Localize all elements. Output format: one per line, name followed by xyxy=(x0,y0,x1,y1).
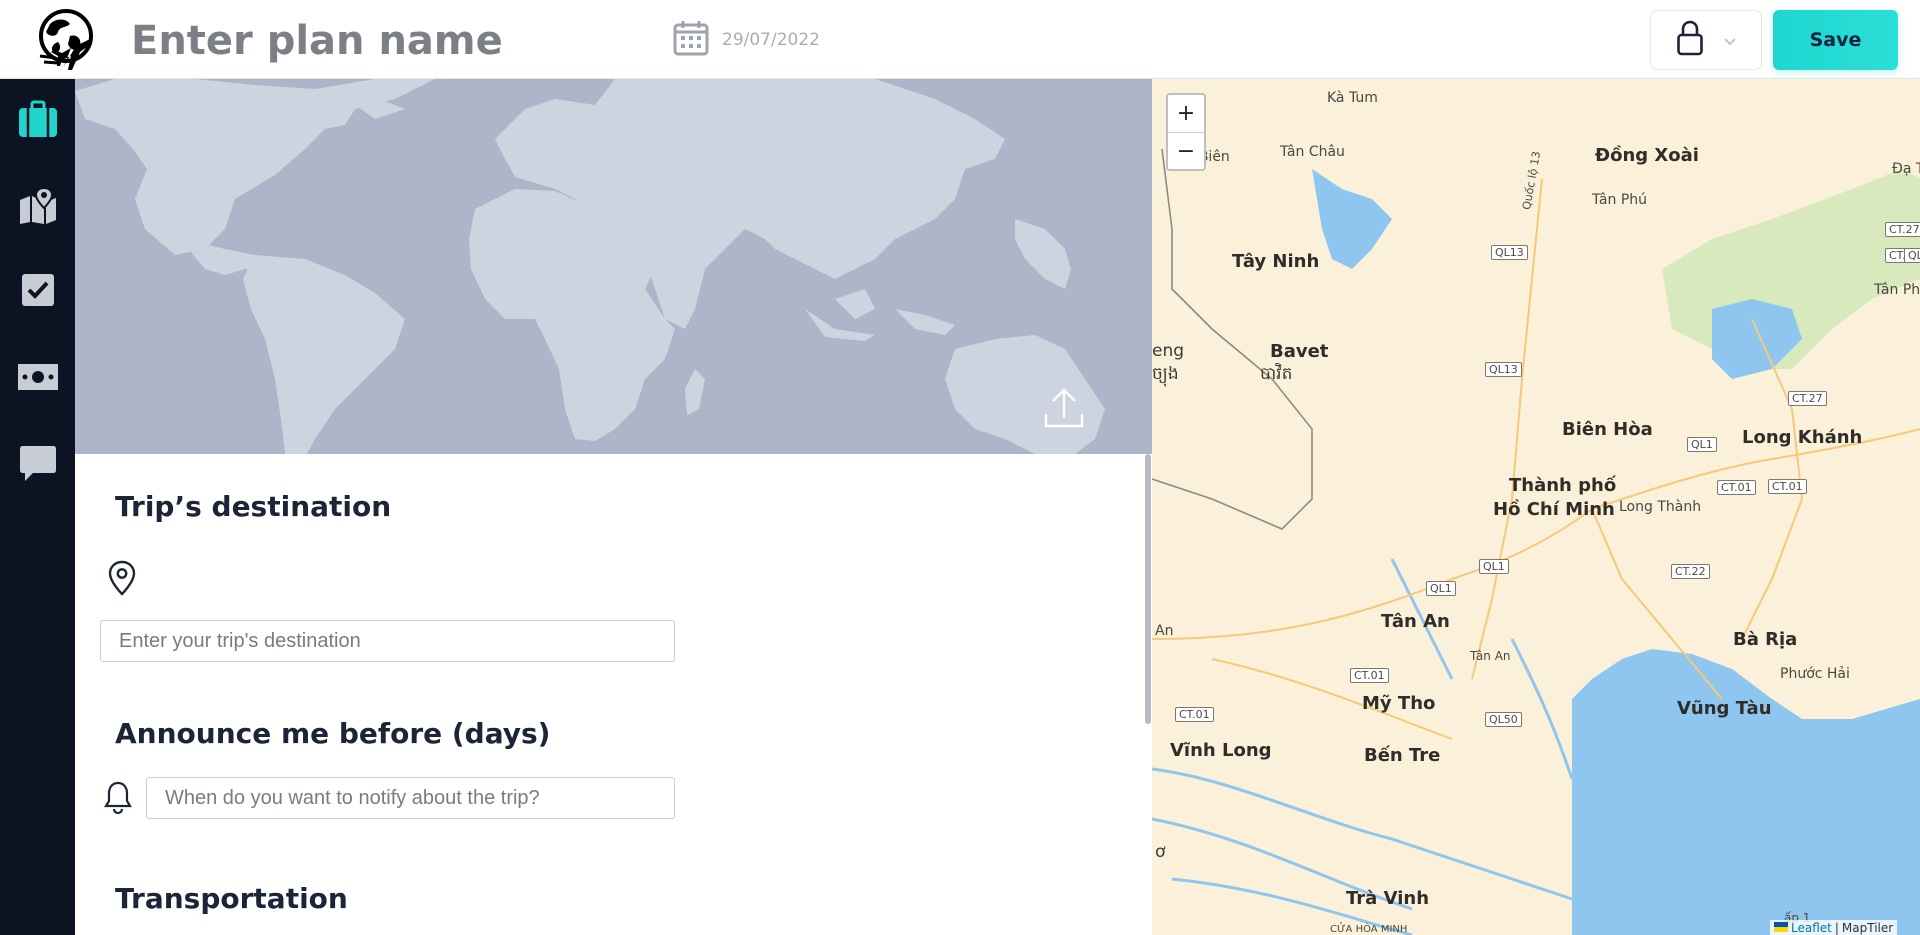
map-label: Bến Tre xyxy=(1364,745,1441,766)
maptiler-label: MapTiler xyxy=(1841,920,1894,935)
sidebar-item-budget[interactable] xyxy=(0,349,75,409)
sidebar-item-trip[interactable] xyxy=(0,91,75,151)
map-label: Trà Vinh xyxy=(1346,888,1430,909)
privacy-dropdown[interactable] xyxy=(1650,10,1762,70)
plan-name-input[interactable] xyxy=(131,14,651,68)
zoom-out-button[interactable]: − xyxy=(1168,132,1204,169)
map-label: Kà Tum xyxy=(1327,90,1378,106)
destination-input[interactable] xyxy=(100,620,675,662)
road-shield: QL13 xyxy=(1491,245,1528,260)
checkbox-icon xyxy=(21,273,55,311)
upload-icon xyxy=(1040,388,1088,436)
map-label: Thành phố xyxy=(1509,475,1617,496)
leaflet-link[interactable]: Leaflet xyxy=(1791,921,1832,935)
transportation-heading: Transportation xyxy=(115,882,348,915)
map-label: Tân An xyxy=(1470,649,1511,663)
cover-image[interactable] xyxy=(75,79,1152,454)
notify-days-input[interactable] xyxy=(146,777,675,819)
destination-heading: Trip’s destination xyxy=(115,490,392,523)
chat-icon xyxy=(19,444,57,486)
map-label: Long Thành xyxy=(1619,499,1702,515)
map-label: Tây Ninh xyxy=(1232,251,1320,272)
road-shield: CT.27 xyxy=(1788,391,1827,406)
sidebar-item-map[interactable] xyxy=(0,177,75,237)
sidebar-item-chat[interactable] xyxy=(0,435,75,495)
plan-date: 29/07/2022 xyxy=(722,30,820,50)
map-label: CỬA HÒA MINH xyxy=(1330,924,1408,935)
map-pin-icon xyxy=(18,186,58,228)
chevron-down-icon xyxy=(1724,31,1736,50)
road-shield: QL50 xyxy=(1485,712,1522,727)
road-shield: CT.27 xyxy=(1885,222,1920,237)
date-picker[interactable]: 29/07/2022 xyxy=(673,20,820,60)
road-shield: CT.01 xyxy=(1175,707,1214,722)
map-label: An xyxy=(1155,623,1174,639)
road-shield: QL1 xyxy=(1426,581,1456,596)
map-label: Bà Rịa xyxy=(1733,629,1798,650)
map-label: Tân Phú xyxy=(1874,282,1920,298)
road-shield: CT.22 xyxy=(1671,564,1710,579)
map-label: Vĩnh Long xyxy=(1170,740,1272,761)
map-label: Tân Phú xyxy=(1592,192,1648,208)
trip-form: Trip’s destination Announce me before (d… xyxy=(75,454,1152,935)
map-label: Bavet xyxy=(1270,341,1329,362)
road-shield: QL xyxy=(1904,248,1920,263)
bell-icon xyxy=(103,780,133,818)
map-label: ច្យុង xyxy=(1152,364,1179,384)
map-label: Tân An xyxy=(1381,611,1450,632)
road-shield: QL1 xyxy=(1687,437,1717,452)
map-label: ơ xyxy=(1155,842,1166,862)
sidebar xyxy=(0,79,75,935)
map-label: Long Khánh xyxy=(1742,427,1863,448)
map-label: Phước Hải xyxy=(1780,666,1850,682)
suitcase-icon xyxy=(18,100,58,142)
map-label: Đạ Tẻ xyxy=(1892,161,1920,177)
save-button[interactable]: Save xyxy=(1773,10,1898,70)
map-label: eng xyxy=(1152,341,1185,361)
form-scrollbar[interactable] xyxy=(1145,454,1151,724)
road-shield: QL13 xyxy=(1485,362,1522,377)
ukraine-flag-icon xyxy=(1774,921,1788,935)
map-view[interactable]: Kà Tum Tân Biên Tân Châu Đồng Xoài Tân P… xyxy=(1152,79,1920,935)
map-label: Tân Châu xyxy=(1280,144,1345,160)
road-shield: CT.01 xyxy=(1350,668,1389,683)
zoom-in-button[interactable]: + xyxy=(1168,95,1204,132)
location-pin-icon xyxy=(107,560,137,600)
map-label: Biên Hòa xyxy=(1562,419,1653,440)
road-shield: CT.01 xyxy=(1768,479,1807,494)
attribution-separator: | xyxy=(1834,920,1839,935)
lock-icon xyxy=(1676,20,1704,60)
map-label: បាវិត xyxy=(1260,364,1293,384)
top-bar: 29/07/2022 Save xyxy=(0,0,1920,79)
map-label: Đồng Xoài xyxy=(1595,145,1699,166)
announce-heading: Announce me before (days) xyxy=(115,717,551,750)
map-attribution: Leaflet | MapTiler xyxy=(1770,920,1898,935)
world-map-graphic xyxy=(75,79,1105,454)
app-logo[interactable] xyxy=(36,6,100,72)
map-zoom-control: + − xyxy=(1166,93,1206,171)
road-shield: QL1 xyxy=(1479,559,1509,574)
road-shield: CT.01 xyxy=(1717,480,1756,495)
map-label: Vũng Tàu xyxy=(1677,698,1772,719)
money-icon xyxy=(17,364,58,394)
map-label: Mỹ Tho xyxy=(1362,693,1436,714)
map-label: Hồ Chí Minh xyxy=(1493,499,1615,520)
sidebar-item-checklist[interactable] xyxy=(0,262,75,322)
upload-cover-button[interactable] xyxy=(1040,384,1088,432)
calendar-icon xyxy=(673,20,709,60)
